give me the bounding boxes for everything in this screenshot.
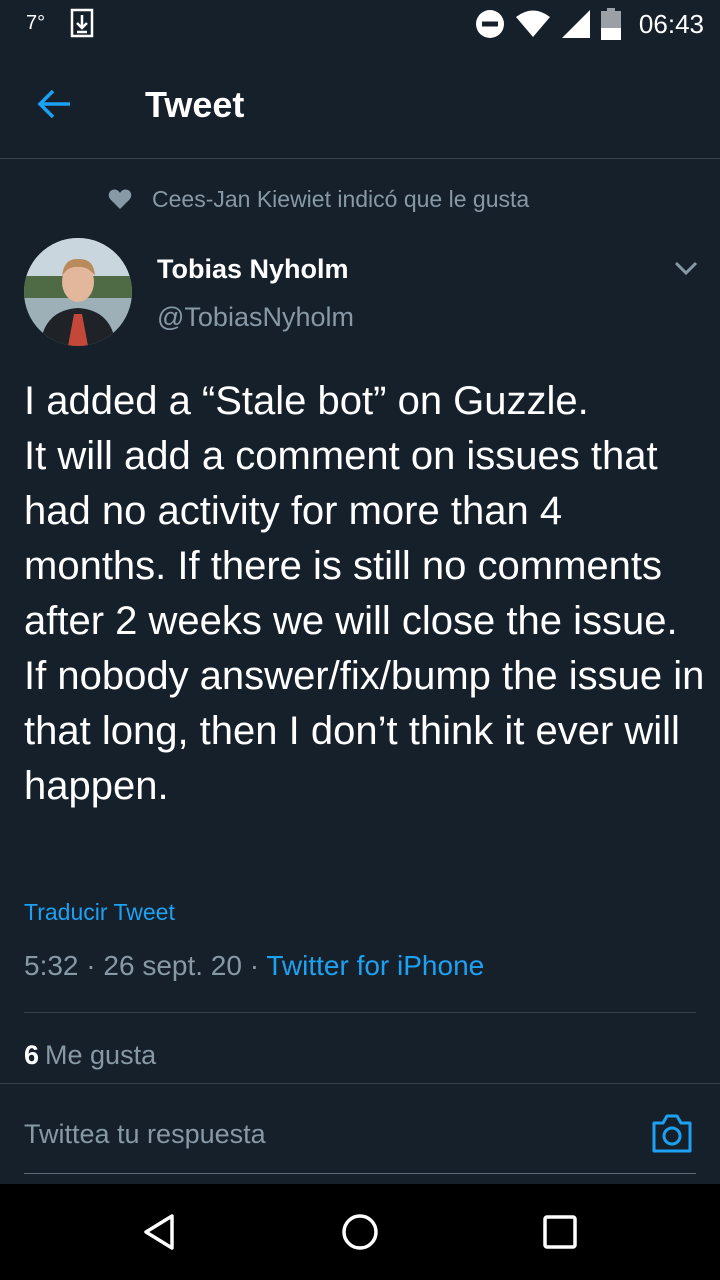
camera-icon[interactable] [650,1111,694,1155]
nav-back-icon[interactable] [140,1212,180,1252]
meta-separator: · [78,950,104,981]
temperature-text: 7° [26,12,46,34]
divider [24,1012,696,1013]
wifi-icon [515,10,550,37]
reply-input[interactable]: Twittea tu respuesta [24,1119,266,1150]
battery-icon [600,8,621,40]
tweet-body: I added a “Stale bot” on Guzzle. It will… [24,379,705,808]
tweet-meta: 5:32 · 26 sept. 20 · Twitter for iPhone [24,950,484,982]
chevron-down-icon[interactable] [672,256,700,280]
tweet-text: I added a “Stale bot” on Guzzle. It will… [24,374,709,814]
clock: 06:43 [638,8,704,39]
tweet-time: 5:32 [24,950,79,981]
nav-home-icon[interactable] [340,1212,380,1252]
likes-stat[interactable]: 6 Me gusta [24,1040,156,1071]
author-handle[interactable]: @TobiasNyholm [157,302,354,333]
author-name[interactable]: Tobias Nyholm [157,254,349,285]
tweet-date: 26 sept. 20 [103,950,242,981]
heart-icon [108,189,132,209]
nav-recents-icon[interactable] [542,1214,578,1250]
status-bar: 7° 06:43 [0,0,720,48]
tweet-client-link[interactable]: Twitter for iPhone [266,950,484,981]
system-nav-bar [0,1184,720,1280]
likes-count: 6 [24,1040,40,1070]
translate-tweet-link[interactable]: Traducir Tweet [24,899,175,926]
avatar[interactable] [24,238,132,346]
do-not-disturb-icon [475,10,504,38]
social-context-text: Cees-Jan Kiewiet indicó que le gusta [152,185,530,212]
top-app-bar: Tweet [0,48,720,159]
signal-icon [561,10,590,38]
download-notification-icon [70,8,94,38]
profile-photo [24,238,132,346]
reply-composer: Twittea tu respuesta [24,1095,696,1174]
likes-label: Me gusta [45,1040,157,1070]
back-button[interactable] [32,84,76,124]
social-context[interactable]: Cees-Jan Kiewiet indicó que le gusta [108,183,529,215]
divider [0,1083,720,1084]
meta-separator: · [241,950,267,981]
status-icons: 06:43 [475,8,704,40]
page-title: Tweet [145,84,245,125]
arrow-left-icon [37,89,70,119]
